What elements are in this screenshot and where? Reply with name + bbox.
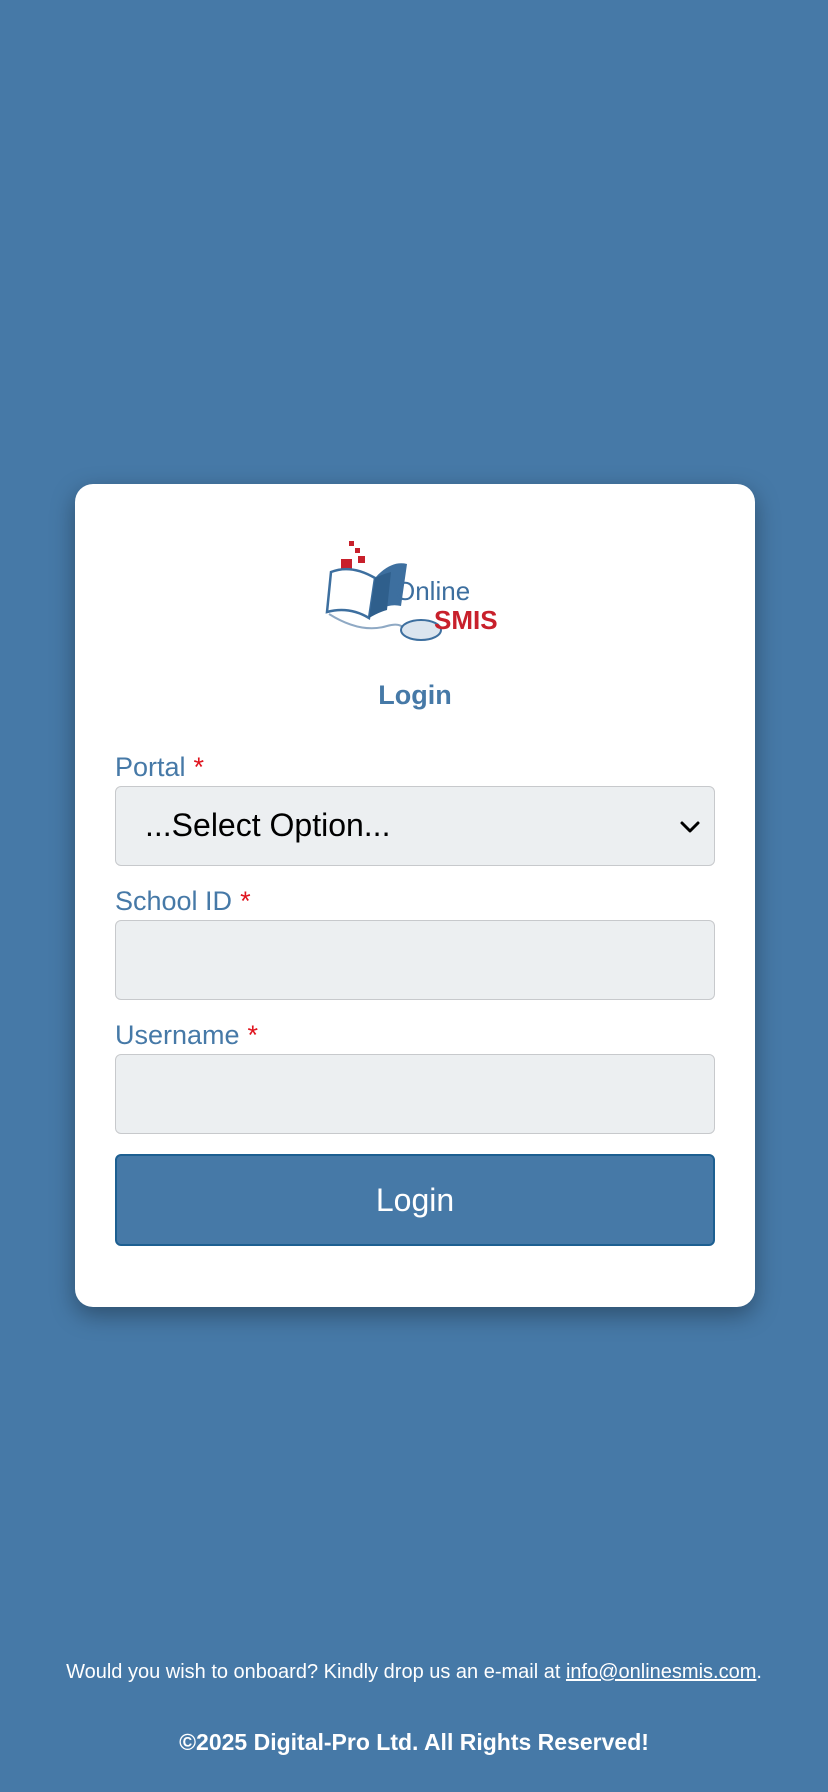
school-id-label-text: School ID xyxy=(115,886,233,916)
username-input[interactable] xyxy=(115,1054,715,1134)
portal-label-text: Portal xyxy=(115,752,186,782)
onboard-notice: Would you wish to onboard? Kindly drop u… xyxy=(0,1661,828,1684)
school-id-label: School ID * xyxy=(115,886,251,917)
school-id-input[interactable] xyxy=(115,920,715,1000)
online-smis-logo: Online SMIS xyxy=(321,534,511,644)
onboard-text: Would you wish to onboard? Kindly drop u… xyxy=(66,1661,566,1683)
username-label-text: Username xyxy=(115,1020,240,1050)
required-mark: * xyxy=(193,752,205,782)
required-mark: * xyxy=(240,886,251,916)
book-mouse-logo-icon: Online SMIS xyxy=(325,541,498,641)
username-label: Username * xyxy=(115,1020,258,1051)
chevron-down-icon xyxy=(680,821,700,833)
login-heading: Login xyxy=(378,680,452,710)
logo-line1: Online xyxy=(395,576,470,606)
portal-select[interactable]: ...Select Option... xyxy=(115,786,715,866)
email-link[interactable]: info@onlinesmis.com xyxy=(566,1661,756,1683)
portal-label: Portal * xyxy=(115,752,204,783)
portal-selected-value: ...Select Option... xyxy=(145,807,391,843)
copyright-text: ©2025 Digital-Pro Ltd. All Rights Reserv… xyxy=(179,1729,649,1755)
required-mark: * xyxy=(247,1020,259,1050)
onboard-period: . xyxy=(756,1661,762,1683)
logo-line2: SMIS xyxy=(434,605,498,635)
login-card: Online SMIS Login Portal * ...Select Opti… xyxy=(75,484,755,1307)
login-button[interactable]: Login xyxy=(115,1154,715,1246)
